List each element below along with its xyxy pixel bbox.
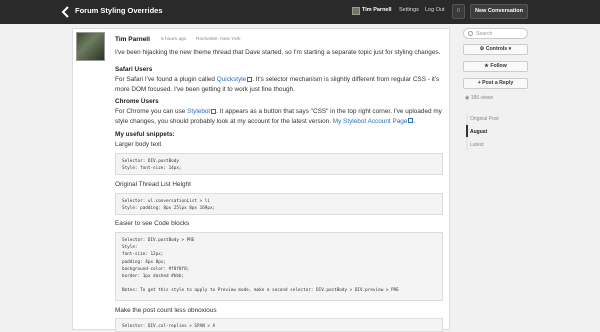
code-block: Selector: DIV.postBody > PRE Style: font…: [115, 232, 443, 301]
external-link-icon: [247, 76, 253, 82]
follow-button[interactable]: ★ Follow: [463, 61, 528, 72]
snippet-label: Easier to see Code blocks: [115, 220, 190, 227]
stylebot-account-link[interactable]: My Stylebot Account Page: [333, 118, 408, 125]
avatar[interactable]: [352, 7, 360, 15]
safari-text-start: For Safari I've found a plugin called: [115, 76, 217, 83]
post-reply-button[interactable]: + Post a Reply: [463, 78, 528, 89]
chrome-text-end: .: [413, 117, 416, 125]
code-block: Selector: DIV.postBody Style: font-size:…: [115, 153, 443, 175]
chrome-text-start: For Chrome you can use: [115, 108, 188, 115]
post-container: Tim Parnell 5 hours ago Rochester, New Y…: [72, 28, 450, 332]
controls-button[interactable]: ⚙ Controls ▾: [463, 44, 528, 55]
search-icon: [468, 31, 473, 36]
safari-heading: Safari Users: [115, 66, 153, 73]
search-input[interactable]: Search: [463, 28, 528, 39]
post-time: 5 hours ago: [161, 37, 187, 42]
safari-paragraph: For Safari I've found a plugin called Qu…: [115, 75, 445, 94]
post-author[interactable]: Tim Parnell: [115, 36, 150, 43]
post-location: Rochester, New York: [196, 37, 241, 42]
external-link-icon: [211, 108, 217, 114]
snippet-label: Original Thread List Height: [115, 181, 191, 188]
chevron-down-icon: ▾: [507, 46, 512, 52]
timeline-august[interactable]: August: [470, 129, 487, 135]
settings-link[interactable]: Settings: [399, 7, 419, 13]
top-bar: Forum Styling Overrides Tim Parnell Sett…: [0, 0, 600, 24]
views-count: ◉ 186 views: [465, 95, 493, 101]
snippet-label: Larger body text: [115, 141, 162, 148]
new-conversation-button[interactable]: New Conversation: [470, 4, 528, 19]
page-title: Forum Styling Overrides: [75, 6, 163, 15]
stylebot-link[interactable]: Stylebot: [187, 108, 210, 115]
snippets-heading: My useful snippets:: [115, 131, 175, 138]
timeline-original-post[interactable]: Original Post: [470, 116, 499, 122]
chevron-left-icon[interactable]: [60, 5, 72, 19]
intro-text: I've been hijacking the new theme thread…: [115, 49, 441, 56]
follow-label: Follow: [490, 63, 507, 69]
timeline-indicator[interactable]: [466, 125, 468, 137]
notifications-button[interactable]: 0: [452, 4, 465, 19]
avatar[interactable]: [76, 32, 105, 61]
code-block: Selector: ul.conversationList > li Style…: [115, 193, 443, 215]
user-name-link[interactable]: Tim Parnell: [362, 7, 392, 13]
views-label: 186 views: [470, 95, 493, 101]
snippet-label: Make the post count less obnoxious: [115, 307, 217, 314]
quickstyle-link[interactable]: Quickstyle: [217, 76, 246, 83]
controls-label: Controls: [485, 46, 508, 52]
chrome-heading: Chrome Users: [115, 98, 159, 105]
external-link-icon: [408, 118, 414, 124]
post-reply-label: Post a Reply: [482, 80, 514, 86]
chrome-paragraph: For Chrome you can use Stylebot. It appe…: [115, 107, 445, 126]
search-placeholder: Search: [476, 31, 493, 37]
logout-link[interactable]: Log Out: [425, 7, 445, 13]
timeline-latest[interactable]: Latest: [470, 142, 484, 148]
